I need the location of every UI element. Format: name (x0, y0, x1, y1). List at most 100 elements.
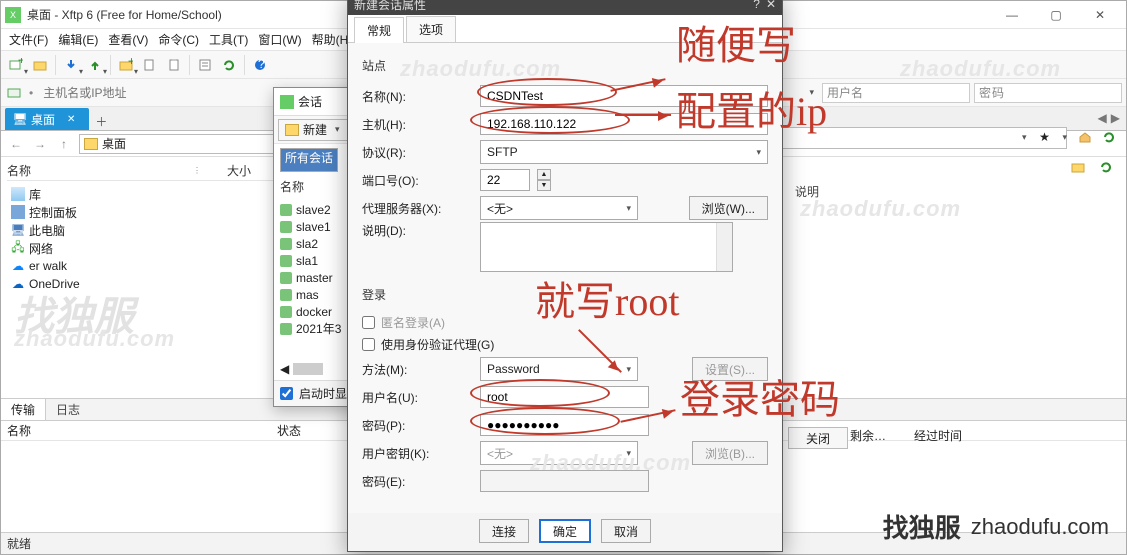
tree-item-control-panel[interactable]: 控制面板 (7, 203, 287, 221)
paste-button[interactable] (163, 54, 185, 76)
new-folder-button[interactable]: + (115, 54, 137, 76)
cancel-button[interactable]: 取消 (601, 519, 651, 543)
name-label: 名称(N): (362, 88, 472, 105)
open-button[interactable] (29, 54, 51, 76)
tree-item-this-pc[interactable]: 🖥此电脑 (7, 221, 287, 239)
transfer-up-button[interactable] (84, 54, 106, 76)
close-button[interactable]: ✕ (1078, 1, 1122, 29)
login-password-input[interactable] (480, 414, 649, 436)
home-button[interactable] (1075, 127, 1095, 147)
remote-new-folder-button[interactable] (1067, 157, 1089, 177)
menu-edit[interactable]: 编辑(E) (54, 29, 102, 50)
refresh-remote-button[interactable] (1099, 127, 1119, 147)
refresh-button[interactable] (218, 54, 240, 76)
session-icon (280, 272, 292, 284)
tab-add-button[interactable]: ＋ (89, 113, 113, 130)
local-column-header[interactable]: 名称 ⋮ 大小 (7, 161, 287, 181)
method-settings-button[interactable]: 设置(S)... (692, 357, 768, 381)
ok-button[interactable]: 确定 (539, 519, 591, 543)
remote-history-dropdown[interactable]: ▾ (1018, 132, 1031, 143)
tab-options[interactable]: 选项 (406, 16, 456, 42)
session-icon (280, 255, 292, 267)
remote-col-desc[interactable]: 说明 (795, 183, 819, 200)
props-help-button[interactable]: ? (753, 0, 760, 11)
tab-nav-right[interactable]: ▶ (1111, 111, 1120, 125)
session-icon (280, 204, 292, 216)
close-sessions-button[interactable]: 关闭 (788, 427, 848, 449)
log-col-elapsed[interactable]: 经过时间 (914, 427, 962, 444)
tree-item-network[interactable]: 🖧网络 (7, 239, 287, 257)
identity-proxy-checkbox[interactable] (362, 338, 375, 351)
protocol-select[interactable]: SFTP▾ (480, 140, 768, 164)
tree-item-library[interactable]: 库 (7, 185, 287, 203)
tree-item-erwalk[interactable]: ☁er walk (7, 257, 287, 275)
nav-fwd-button[interactable]: → (29, 134, 51, 154)
anonymous-label: 匿名登录(A) (381, 314, 445, 331)
login-username-input[interactable] (480, 386, 649, 408)
tab-label: 桌面 (31, 111, 55, 128)
name-input[interactable] (480, 85, 768, 107)
port-input[interactable] (480, 169, 530, 191)
log-col-remaining[interactable]: 剩余… (850, 427, 886, 444)
svg-text:+: + (128, 58, 133, 68)
menu-file[interactable]: 文件(F) (5, 29, 52, 50)
tab-transfer[interactable]: 传输 (1, 399, 46, 420)
properties-button[interactable] (194, 54, 216, 76)
tree-item-onedrive[interactable]: ☁OneDrive (7, 275, 287, 293)
tab-close-icon[interactable]: ✕ (67, 114, 75, 125)
favorite-button[interactable]: ★ (1034, 127, 1054, 147)
remote-refresh-button[interactable] (1095, 157, 1117, 177)
tab-desktop[interactable]: 🖥 桌面 ✕ (5, 108, 89, 130)
new-session-button[interactable]: + (5, 54, 27, 76)
help-button[interactable]: ? (249, 54, 271, 76)
menu-tools[interactable]: 工具(T) (205, 29, 252, 50)
transfer-down-button[interactable] (60, 54, 82, 76)
proxy-label: 代理服务器(X): (362, 200, 472, 217)
this-pc-icon: 🖥 (11, 223, 25, 237)
app-icon: X (5, 7, 21, 23)
key-password-label: 密码(E): (362, 473, 472, 490)
log-col-name[interactable]: 名称 (7, 422, 157, 439)
hostname-input[interactable] (480, 113, 768, 135)
menu-command[interactable]: 命令(C) (154, 29, 203, 50)
anonymous-checkbox[interactable] (362, 316, 375, 329)
menu-view[interactable]: 查看(V) (104, 29, 152, 50)
username-input[interactable]: 用户名 (822, 83, 970, 103)
proxy-select[interactable]: <无>▾ (480, 196, 638, 220)
sessions-filter[interactable]: 所有会话 (280, 148, 338, 172)
startup-show-checkbox[interactable] (280, 387, 293, 400)
sessions-icon (280, 95, 294, 109)
tab-nav-left[interactable]: ◀ (1098, 111, 1107, 125)
log-col-status[interactable]: 状态 (277, 422, 347, 439)
password-input[interactable]: 密码 (974, 83, 1122, 103)
userkey-select: <无>▾ (480, 441, 638, 465)
minimize-button[interactable]: ― (990, 1, 1034, 29)
host-history-dropdown[interactable]: ▾ (805, 87, 818, 98)
session-icon (280, 306, 292, 318)
browse-proxy-button[interactable]: 浏览(W)... (689, 196, 768, 220)
port-spinner[interactable]: ▲▼ (537, 169, 551, 191)
copy-button[interactable] (139, 54, 161, 76)
browse-userkey-button: 浏览(B)... (692, 441, 768, 465)
description-textarea[interactable] (480, 222, 733, 272)
session-icon (280, 323, 292, 335)
session-icon (280, 289, 292, 301)
desktop-icon: 🖥 (13, 112, 27, 126)
username-label: 用户名(U): (362, 389, 472, 406)
local-path-text: 桌面 (102, 135, 126, 152)
props-title: 新建会话属性 (354, 0, 426, 13)
auth-method-select[interactable]: Password▾ (480, 357, 638, 381)
col-name[interactable]: 名称 (7, 162, 167, 179)
tab-general[interactable]: 常规 (354, 17, 404, 43)
new-session-dropdown[interactable]: 新建 ▾ (278, 119, 351, 141)
status-text: 就绪 (7, 535, 31, 552)
props-close-button[interactable]: ✕ (766, 0, 776, 11)
menu-window[interactable]: 窗口(W) (254, 29, 305, 50)
nav-up-button[interactable]: ↑ (53, 134, 75, 154)
nav-back-button[interactable]: ← (5, 134, 27, 154)
connect-button[interactable]: 连接 (479, 519, 529, 543)
maximize-button[interactable]: ▢ (1034, 1, 1078, 29)
scrollbar[interactable] (716, 223, 732, 271)
tab-log[interactable]: 日志 (46, 399, 90, 420)
control-panel-icon (11, 205, 25, 219)
